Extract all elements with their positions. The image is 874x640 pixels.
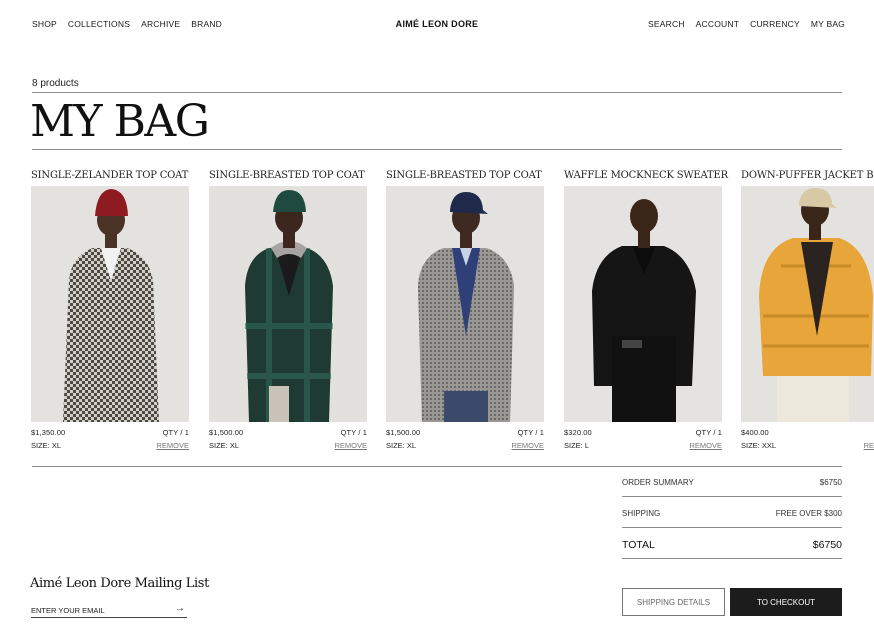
product-count: 8 products: [32, 78, 79, 89]
email-input[interactable]: [31, 604, 187, 618]
shipping-row: SHIPPING FREE OVER $300: [622, 509, 842, 518]
divider: [32, 92, 842, 93]
divider: [32, 466, 842, 467]
product-price: $1,500.00: [209, 428, 244, 437]
remove-button[interactable]: REMOVE: [156, 441, 189, 450]
divider: [622, 558, 842, 559]
shipping-value: FREE OVER $300: [775, 509, 842, 518]
product-qty: QTY / 1: [340, 428, 367, 437]
nav-currency[interactable]: CURRENCY: [750, 19, 800, 29]
divider: [622, 496, 842, 497]
product-size: SIZE: XL: [31, 441, 62, 450]
order-summary-label: ORDER SUMMARY: [622, 478, 694, 487]
brand-logo[interactable]: AIMÉ LEON DORE: [396, 19, 479, 29]
product-name[interactable]: WAFFLE MOCKNECK SWEATER: [564, 170, 728, 184]
product-image[interactable]: [386, 186, 544, 422]
nav-search[interactable]: SEARCH: [648, 19, 685, 29]
remove-button[interactable]: RE: [864, 441, 874, 450]
total-label: TOTAL: [622, 539, 655, 551]
submit-arrow-icon[interactable]: →: [175, 603, 185, 614]
product-price: $1,350.00: [31, 428, 66, 437]
shipping-label: SHIPPING: [622, 509, 661, 518]
remove-button[interactable]: REMOVE: [334, 441, 367, 450]
product-size: SIZE: L: [564, 441, 590, 450]
product-size: SIZE: XL: [209, 441, 240, 450]
page-title: MY BAG: [30, 96, 210, 147]
product-card: DOWN-PUFFER JACKET B $400.00 SIZE: XXL RE: [741, 170, 874, 450]
order-summary-value: $6750: [819, 478, 842, 487]
product-price: $1,500.00: [386, 428, 421, 437]
shipping-details-button[interactable]: SHIPPING DETAILS: [622, 588, 725, 616]
checkout-button[interactable]: TO CHECKOUT: [730, 588, 842, 616]
product-price: $320.00: [564, 428, 592, 437]
product-name[interactable]: SINGLE-BREASTED TOP COAT: [209, 170, 367, 184]
product-name[interactable]: SINGLE-BREASTED TOP COAT: [386, 170, 544, 184]
divider: [622, 527, 842, 528]
order-summary-row: ORDER SUMMARY $6750: [622, 478, 842, 487]
remove-button[interactable]: REMOVE: [689, 441, 722, 450]
product-card: SINGLE-ZELANDER TOP COAT $1,350.00 QTY / …: [31, 170, 189, 450]
product-card: WAFFLE MOCKNECK SWEATER $320.00 QTY / 1 S…: [564, 170, 728, 450]
nav-my-bag[interactable]: MY BAG: [811, 19, 845, 29]
product-qty: QTY / 1: [695, 428, 722, 437]
product-name[interactable]: DOWN-PUFFER JACKET B: [741, 170, 874, 184]
product-image[interactable]: [31, 186, 189, 422]
remove-button[interactable]: REMOVE: [511, 441, 544, 450]
product-name[interactable]: SINGLE-ZELANDER TOP COAT: [31, 170, 189, 184]
product-size: SIZE: XL: [386, 441, 417, 450]
divider: [32, 149, 842, 150]
product-card: SINGLE-BREASTED TOP COAT $1,500.00 QTY / …: [209, 170, 367, 450]
product-size: SIZE: XXL: [741, 441, 777, 450]
product-card: SINGLE-BREASTED TOP COAT $1,500.00 QTY / …: [386, 170, 544, 450]
product-qty: QTY / 1: [517, 428, 544, 437]
nav-account[interactable]: ACCOUNT: [696, 19, 739, 29]
product-image[interactable]: [564, 186, 722, 422]
product-price: $400.00: [741, 428, 769, 437]
mailing-list-title: Aimé Leon Dore Mailing List: [30, 576, 209, 591]
main-nav-right: SEARCH ACCOUNT CURRENCY MY BAG: [648, 19, 845, 29]
total-row: TOTAL $6750: [622, 539, 842, 551]
product-qty: QTY / 1: [162, 428, 189, 437]
product-image[interactable]: [741, 186, 874, 422]
total-value: $6750: [812, 539, 842, 551]
product-image[interactable]: [209, 186, 367, 422]
